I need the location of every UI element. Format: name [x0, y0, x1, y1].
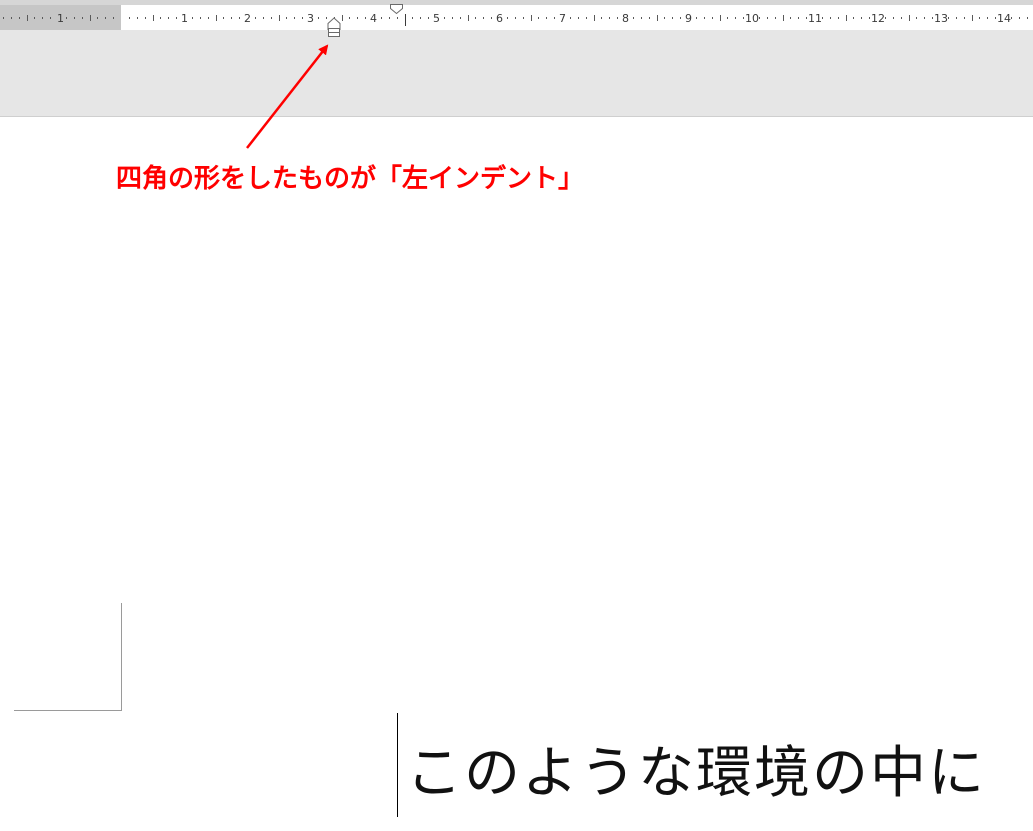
- ruler-number: 2: [244, 12, 251, 25]
- annotation-label: 四角の形をしたものが「左インデント」: [116, 164, 585, 194]
- left-indent-marker-icon[interactable]: [319, 28, 349, 48]
- ruler-number: 3: [307, 12, 314, 25]
- word-window: 1 1 2 3 4 5 6 7 8 9 10 11 12 13 14 四角の形を…: [0, 0, 1033, 831]
- ruler-number: 8: [622, 12, 629, 25]
- ruler-ticks: 1 1 2 3 4 5 6 7 8 9 10 11 12 13 14: [3, 4, 1028, 30]
- ruler-number: 1: [181, 12, 188, 25]
- ruler-number: 7: [559, 12, 566, 25]
- ruler-number: 9: [685, 12, 692, 25]
- page-corner-mark-vertical: [121, 603, 122, 711]
- first-line-indent-marker-icon[interactable]: [390, 4, 403, 15]
- page-corner-mark-horizontal: [14, 710, 122, 711]
- horizontal-ruler[interactable]: 1 1 2 3 4 5 6 7 8 9 10 11 12 13 14: [0, 0, 1033, 30]
- text-cursor: [397, 713, 398, 817]
- ruler-number: 4: [370, 12, 377, 25]
- ruler-number: 12: [871, 12, 885, 25]
- document-page[interactable]: [0, 117, 1033, 831]
- ruler-margin-number: 1: [57, 12, 64, 25]
- ruler-number: 14: [997, 12, 1011, 25]
- ruler-number: 10: [745, 12, 759, 25]
- ruler-number: 11: [808, 12, 822, 25]
- ruler-number: 6: [496, 12, 503, 25]
- ruler-number: 13: [934, 12, 948, 25]
- document-body-text[interactable]: このような環境の中に: [406, 728, 986, 809]
- ruler-number: 5: [433, 12, 440, 25]
- ruler-gray-band: [0, 28, 1033, 116]
